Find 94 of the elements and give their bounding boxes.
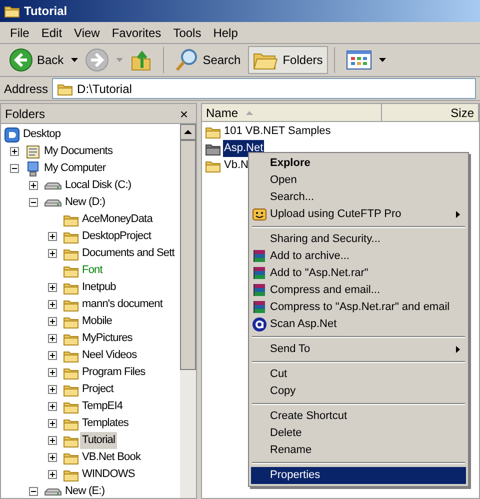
collapse-icon[interactable] <box>29 198 38 207</box>
scroll-up-button[interactable] <box>180 124 196 140</box>
search-icon <box>174 48 199 72</box>
window-title: Tutorial <box>24 3 68 20</box>
tree-item[interactable]: WINDOWS <box>80 466 137 483</box>
dropdown-caret-icon[interactable] <box>378 58 386 62</box>
tree-item[interactable]: Desktop <box>21 126 63 143</box>
books-icon <box>252 249 267 264</box>
sort-arrow-icon <box>246 110 254 114</box>
menu-item[interactable]: Add to "Asp.Net.rar" <box>251 265 466 282</box>
tree-item[interactable]: Templates <box>80 415 131 432</box>
menu-item[interactable]: Help <box>207 24 244 42</box>
collapse-icon[interactable] <box>10 164 19 173</box>
scroll-thumb[interactable] <box>180 140 196 370</box>
expand-icon[interactable] <box>48 317 57 326</box>
menu-item[interactable]: Search... <box>251 189 466 206</box>
folder-up-icon <box>130 48 152 72</box>
scan-icon <box>252 317 267 332</box>
tree-item[interactable]: New (E:) <box>63 483 107 498</box>
expand-icon[interactable] <box>48 368 57 377</box>
address-label: Address <box>4 80 48 98</box>
menu-item[interactable]: Properties <box>251 467 466 484</box>
tree-item[interactable]: mann's document <box>80 296 164 313</box>
expand-icon[interactable] <box>48 436 57 445</box>
expand-icon[interactable] <box>48 470 57 479</box>
expand-icon[interactable] <box>48 453 57 462</box>
expand-icon[interactable] <box>48 232 57 241</box>
file-name[interactable]: 101 VB.NET Samples <box>223 123 332 140</box>
tree-item[interactable]: Neel Videos <box>80 347 139 364</box>
menu-item[interactable]: Scan Asp.Net <box>251 316 466 333</box>
column-header[interactable]: Name <box>202 104 382 122</box>
tree-item[interactable]: Font <box>80 262 104 279</box>
pane-title: Folders <box>5 106 46 122</box>
tree-item[interactable]: Inetpub <box>80 279 118 296</box>
menu-item[interactable]: Cut <box>251 366 466 383</box>
menu-item[interactable]: Sharing and Security... <box>251 231 466 248</box>
menu-item[interactable]: View <box>68 24 106 42</box>
close-button[interactable]: × <box>176 106 192 120</box>
menu-item[interactable]: Explore <box>251 155 466 172</box>
menu-item[interactable]: Copy <box>251 383 466 400</box>
menu-item[interactable]: Create Shortcut <box>251 408 466 425</box>
tree-item[interactable]: My Documents <box>42 143 115 160</box>
folders-button[interactable]: Folders <box>248 46 328 74</box>
tree-item[interactable]: TempEI4 <box>80 398 125 415</box>
expand-icon[interactable] <box>48 249 57 258</box>
documents-icon <box>25 144 41 160</box>
tree-item[interactable]: New (D:) <box>63 194 108 211</box>
tree-item[interactable]: AceMoneyData <box>80 211 154 228</box>
expand-icon[interactable] <box>48 334 57 343</box>
view-grid-icon <box>346 50 372 70</box>
file-name[interactable]: Vb.N <box>223 157 250 174</box>
collapse-icon[interactable] <box>29 487 38 496</box>
menu-item[interactable]: File <box>4 24 36 42</box>
expand-icon[interactable] <box>10 147 19 156</box>
tree-item[interactable]: Documents and Sett <box>80 245 176 262</box>
tree-item[interactable]: My Computer <box>42 160 108 177</box>
scrollbar[interactable] <box>180 124 196 498</box>
smiley-icon <box>252 207 267 222</box>
menu-item[interactable]: Edit <box>35 24 68 42</box>
column-header[interactable]: Size <box>382 104 479 122</box>
back-button[interactable]: Back <box>4 46 69 74</box>
tree-item[interactable]: VB.Net Book <box>80 449 143 466</box>
dropdown-caret-icon[interactable] <box>70 58 78 62</box>
expand-icon[interactable] <box>29 181 38 190</box>
menu-item[interactable]: Rename <box>251 442 466 459</box>
search-button[interactable]: Search <box>170 46 246 74</box>
books-icon <box>252 283 267 298</box>
expand-icon[interactable] <box>48 419 57 428</box>
menu-item[interactable]: Compress and email... <box>251 282 466 299</box>
menu-item[interactable]: Upload using CuteFTP Pro <box>251 206 466 223</box>
menu-item[interactable]: Add to archive... <box>251 248 466 265</box>
tree-item[interactable]: Mobile <box>80 313 114 330</box>
expand-icon[interactable] <box>48 283 57 292</box>
menu-item[interactable]: Send To <box>251 341 466 358</box>
tree-item[interactable]: MyPictures <box>80 330 134 347</box>
menu-item[interactable]: Open <box>251 172 466 189</box>
expand-icon[interactable] <box>48 385 57 394</box>
tree-item[interactable]: Tutorial <box>80 432 118 449</box>
tree-item[interactable]: Local Disk (C:) <box>63 177 134 194</box>
books-icon <box>252 266 267 281</box>
expand-icon[interactable] <box>48 351 57 360</box>
computer-icon <box>25 160 41 176</box>
menu-item[interactable]: Delete <box>251 425 466 442</box>
menu-item[interactable]: Tools <box>167 24 208 42</box>
expand-icon[interactable] <box>48 402 57 411</box>
books-icon <box>252 300 267 315</box>
address-field[interactable]: D:\Tutorial <box>52 78 476 99</box>
tree-item[interactable]: Project <box>80 381 116 398</box>
menu-item[interactable]: Favorites <box>106 24 168 42</box>
expand-icon[interactable] <box>48 300 57 309</box>
tree-item[interactable]: DesktopProject <box>80 228 153 245</box>
tree-item[interactable]: Program Files <box>80 364 148 381</box>
menu-item[interactable]: Compress to "Asp.Net.rar" and email <box>251 299 466 316</box>
desktop-icon <box>4 126 20 142</box>
